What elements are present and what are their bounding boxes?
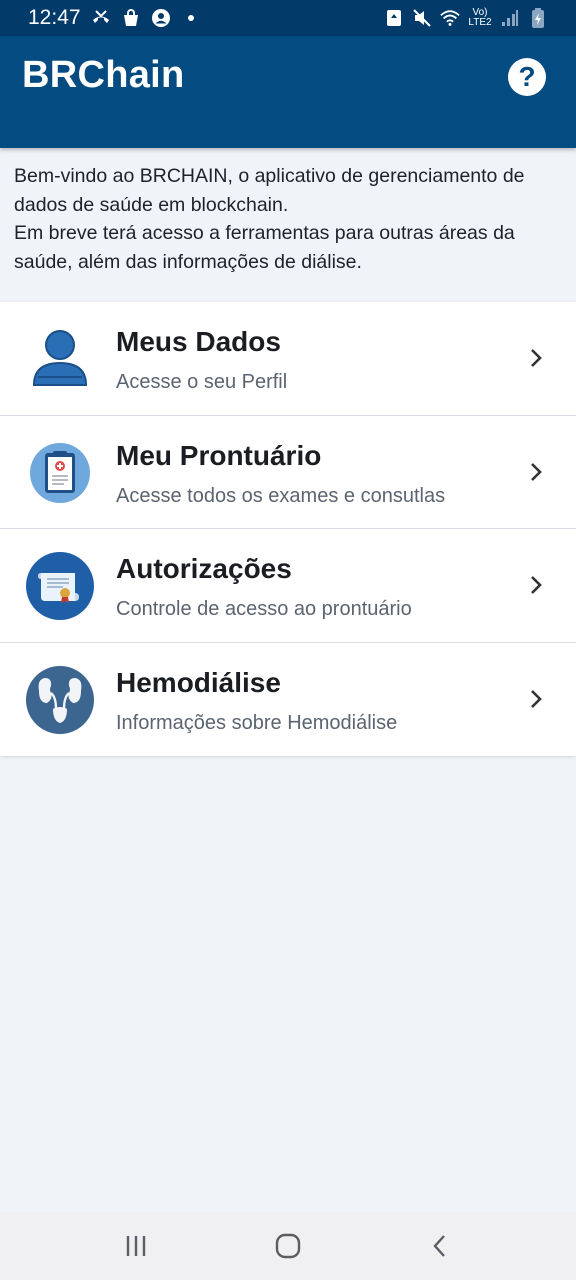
help-icon: ?: [518, 61, 536, 92]
menu-title: Meus Dados: [116, 326, 281, 357]
menu-title: Meu Prontuário: [116, 439, 322, 471]
medical-record-icon: [25, 438, 95, 508]
menu-subtitle: Controle de acesso ao prontuário: [116, 598, 412, 620]
intro-text: Bem-vindo ao BRCHAIN, o aplicativo de ge…: [14, 162, 562, 276]
shopping-bag-icon: [121, 8, 141, 28]
app-title: BRChain: [22, 54, 185, 96]
home-button[interactable]: [268, 1226, 308, 1266]
menu-item-meus-dados[interactable]: Meus Dados Acesse o seu Perfil: [0, 302, 576, 416]
menu-title: Autorizações: [116, 553, 292, 584]
menu-item-meu-prontuario[interactable]: Meu Prontuário Acesse todos os exames e …: [0, 416, 576, 529]
certificate-icon: [25, 551, 95, 621]
dot-icon: [181, 8, 201, 28]
intro-line-1: Bem-vindo ao BRCHAIN, o aplicativo de ge…: [14, 165, 525, 216]
home-icon: [275, 1233, 301, 1259]
chevron-right-icon: [531, 576, 542, 594]
chevron-right-icon: [531, 462, 542, 481]
back-button[interactable]: [420, 1226, 460, 1266]
signal-icon: [500, 8, 520, 28]
mute-icon: [412, 8, 432, 28]
help-button[interactable]: ?: [508, 58, 546, 96]
menu-item-autorizacoes[interactable]: Autorizações Controle de acesso ao pront…: [0, 529, 576, 643]
wifi-icon: [440, 8, 460, 28]
recent-apps-button[interactable]: [116, 1226, 156, 1266]
intro-line-2: Em breve terá acesso a ferramentas para …: [14, 222, 515, 273]
menu-subtitle: Acesse o seu Perfil: [116, 371, 288, 393]
back-icon: [433, 1235, 445, 1257]
status-bar: 12:47 Vo) LTE2: [0, 0, 576, 36]
user-profile-icon: [25, 324, 95, 394]
menu-subtitle: Informações sobre Hemodiálise: [116, 711, 398, 734]
battery-charging-icon: [528, 8, 548, 28]
sync-icon: [384, 8, 404, 28]
menu-subtitle: Acesse todos os exames e consutlas: [116, 484, 446, 507]
chevron-right-icon: [531, 689, 542, 708]
kidneys-icon: [25, 665, 95, 735]
menu-list: Meus Dados Acesse o seu Perfil Meu Pront…: [0, 302, 576, 756]
network-label: Vo) LTE2: [468, 7, 492, 28]
chevron-right-icon: [531, 349, 542, 367]
recent-apps-icon: [126, 1236, 146, 1256]
status-time: 12:47: [28, 6, 81, 29]
account-circle-icon: [151, 8, 171, 28]
system-nav-bar: [0, 1212, 576, 1280]
menu-title: Hemodiálise: [116, 666, 281, 698]
app-bar: BRChain ?: [0, 36, 576, 148]
menu-item-hemodialise[interactable]: Hemodiálise Informações sobre Hemodiális…: [0, 643, 576, 757]
missed-call-icon: [91, 8, 111, 28]
